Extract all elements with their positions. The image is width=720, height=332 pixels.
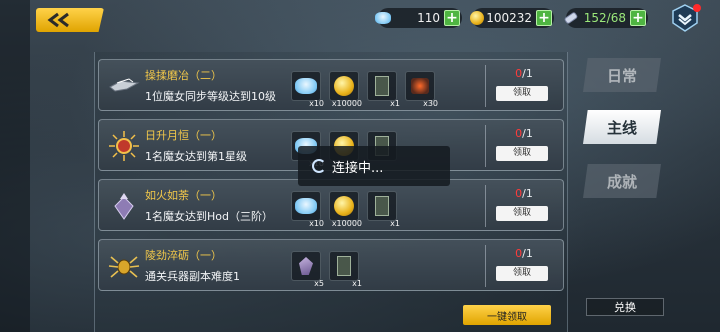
prism-icon [299, 257, 313, 275]
reward-quantity: x10000 [331, 219, 362, 228]
quest-title: 如火如荼（一） [145, 189, 222, 202]
energy-counter: 152/68 + [564, 8, 648, 28]
notification-dot [693, 4, 701, 12]
blade-emblem-icon [107, 69, 141, 103]
gold-value: 100232 [486, 11, 532, 25]
back-arrow-icon [47, 12, 69, 28]
gold-coin-icon [334, 196, 354, 216]
reward-quantity: x10 [309, 99, 324, 108]
progress-total: /1 [522, 67, 533, 80]
reward-coin[interactable]: x10000 [329, 191, 362, 228]
card-icon [375, 76, 389, 96]
reward-quantity: x30 [423, 99, 438, 108]
rank-badge-icon[interactable] [670, 3, 701, 33]
loading-spinner-icon [312, 159, 326, 173]
quest-row: 陵劲淬砺（一） 通关兵器副本难度1 x5 x1 0/1 领取 [98, 239, 564, 291]
battery-icon [560, 7, 582, 29]
tab-achievements[interactable]: 成就 [583, 164, 661, 198]
card-icon [375, 196, 389, 216]
gem-icon [295, 198, 317, 214]
card-icon [337, 256, 351, 276]
back-button[interactable] [36, 8, 104, 32]
row-divider [485, 125, 486, 167]
progress-total: /1 [522, 127, 533, 140]
exchange-button[interactable]: 兑换 [586, 298, 664, 316]
reward-quantity: x10 [309, 219, 324, 228]
ore-icon [411, 78, 429, 94]
quest-progress: 0/1 [504, 247, 544, 260]
quest-description: 1位魔女同步等级达到10级 [145, 90, 276, 103]
reward-card[interactable]: x1 [329, 251, 362, 288]
reward-quantity: x5 [314, 279, 324, 288]
gem-icon [295, 78, 317, 94]
loading-dialog: 连接中... [298, 146, 450, 186]
quest-title: 日升月恒（一） [145, 129, 222, 142]
gold-counter: 100232 + [470, 8, 554, 28]
claim-button[interactable]: 领取 [496, 266, 548, 281]
tab-main[interactable]: 主线 [583, 110, 661, 144]
reward-gem[interactable]: x10 [291, 71, 324, 108]
reward-coin[interactable]: x10000 [329, 71, 362, 108]
left-edge-strip [0, 0, 30, 332]
quest-description: 通关兵器副本难度1 [145, 270, 240, 283]
row-divider [485, 65, 486, 107]
reward-quantity: x10000 [331, 99, 362, 108]
claim-button[interactable]: 领取 [496, 86, 548, 101]
blue-crystal-icon [372, 7, 394, 29]
wing-emblem-icon [107, 189, 141, 223]
claim-button[interactable]: 领取 [496, 206, 548, 221]
reward-card[interactable]: x1 [367, 71, 400, 108]
gold-coin-icon [466, 7, 488, 29]
reward-gem[interactable]: x10 [291, 191, 324, 228]
row-divider [485, 185, 486, 227]
stamina-counter: 110 + [375, 8, 462, 28]
quest-title: 陵劲淬砺（一） [145, 249, 222, 262]
quest-progress: 0/1 [504, 127, 544, 140]
reward-quantity: x1 [352, 279, 362, 288]
energy-value: 152/68 [583, 11, 626, 25]
add-energy-button[interactable]: + [630, 10, 646, 26]
progress-total: /1 [522, 247, 533, 260]
add-stamina-button[interactable]: + [444, 10, 460, 26]
progress-total: /1 [522, 187, 533, 200]
quest-progress: 0/1 [504, 187, 544, 200]
quest-title: 操揉磨冶（二） [145, 69, 222, 82]
claim-all-button[interactable]: 一键领取 [463, 305, 551, 325]
reward-quantity: x1 [390, 219, 400, 228]
spider-emblem-icon [107, 249, 141, 283]
quest-row: 如火如荼（一） 1名魔女达到Hod（三阶） x10 x10000 x1 0/1 … [98, 179, 564, 231]
sun-emblem-icon [107, 129, 141, 163]
tab-daily[interactable]: 日常 [583, 58, 661, 92]
quest-row: 操揉磨冶（二） 1位魔女同步等级达到10级 x10 x10000 x1 x30 … [98, 59, 564, 111]
gold-coin-icon [334, 76, 354, 96]
row-divider [485, 245, 486, 287]
claim-button[interactable]: 领取 [496, 146, 548, 161]
reward-quantity: x1 [390, 99, 400, 108]
quest-description: 1名魔女达到Hod（三阶） [145, 210, 273, 223]
quest-progress: 0/1 [504, 67, 544, 80]
quest-description: 1名魔女达到第1星级 [145, 150, 247, 163]
reward-card[interactable]: x1 [367, 191, 400, 228]
reward-ore[interactable]: x30 [405, 71, 438, 108]
stamina-value: 110 [417, 11, 440, 25]
add-gold-button[interactable]: + [536, 10, 552, 26]
reward-prism[interactable]: x5 [291, 251, 324, 288]
loading-text: 连接中... [332, 160, 384, 176]
